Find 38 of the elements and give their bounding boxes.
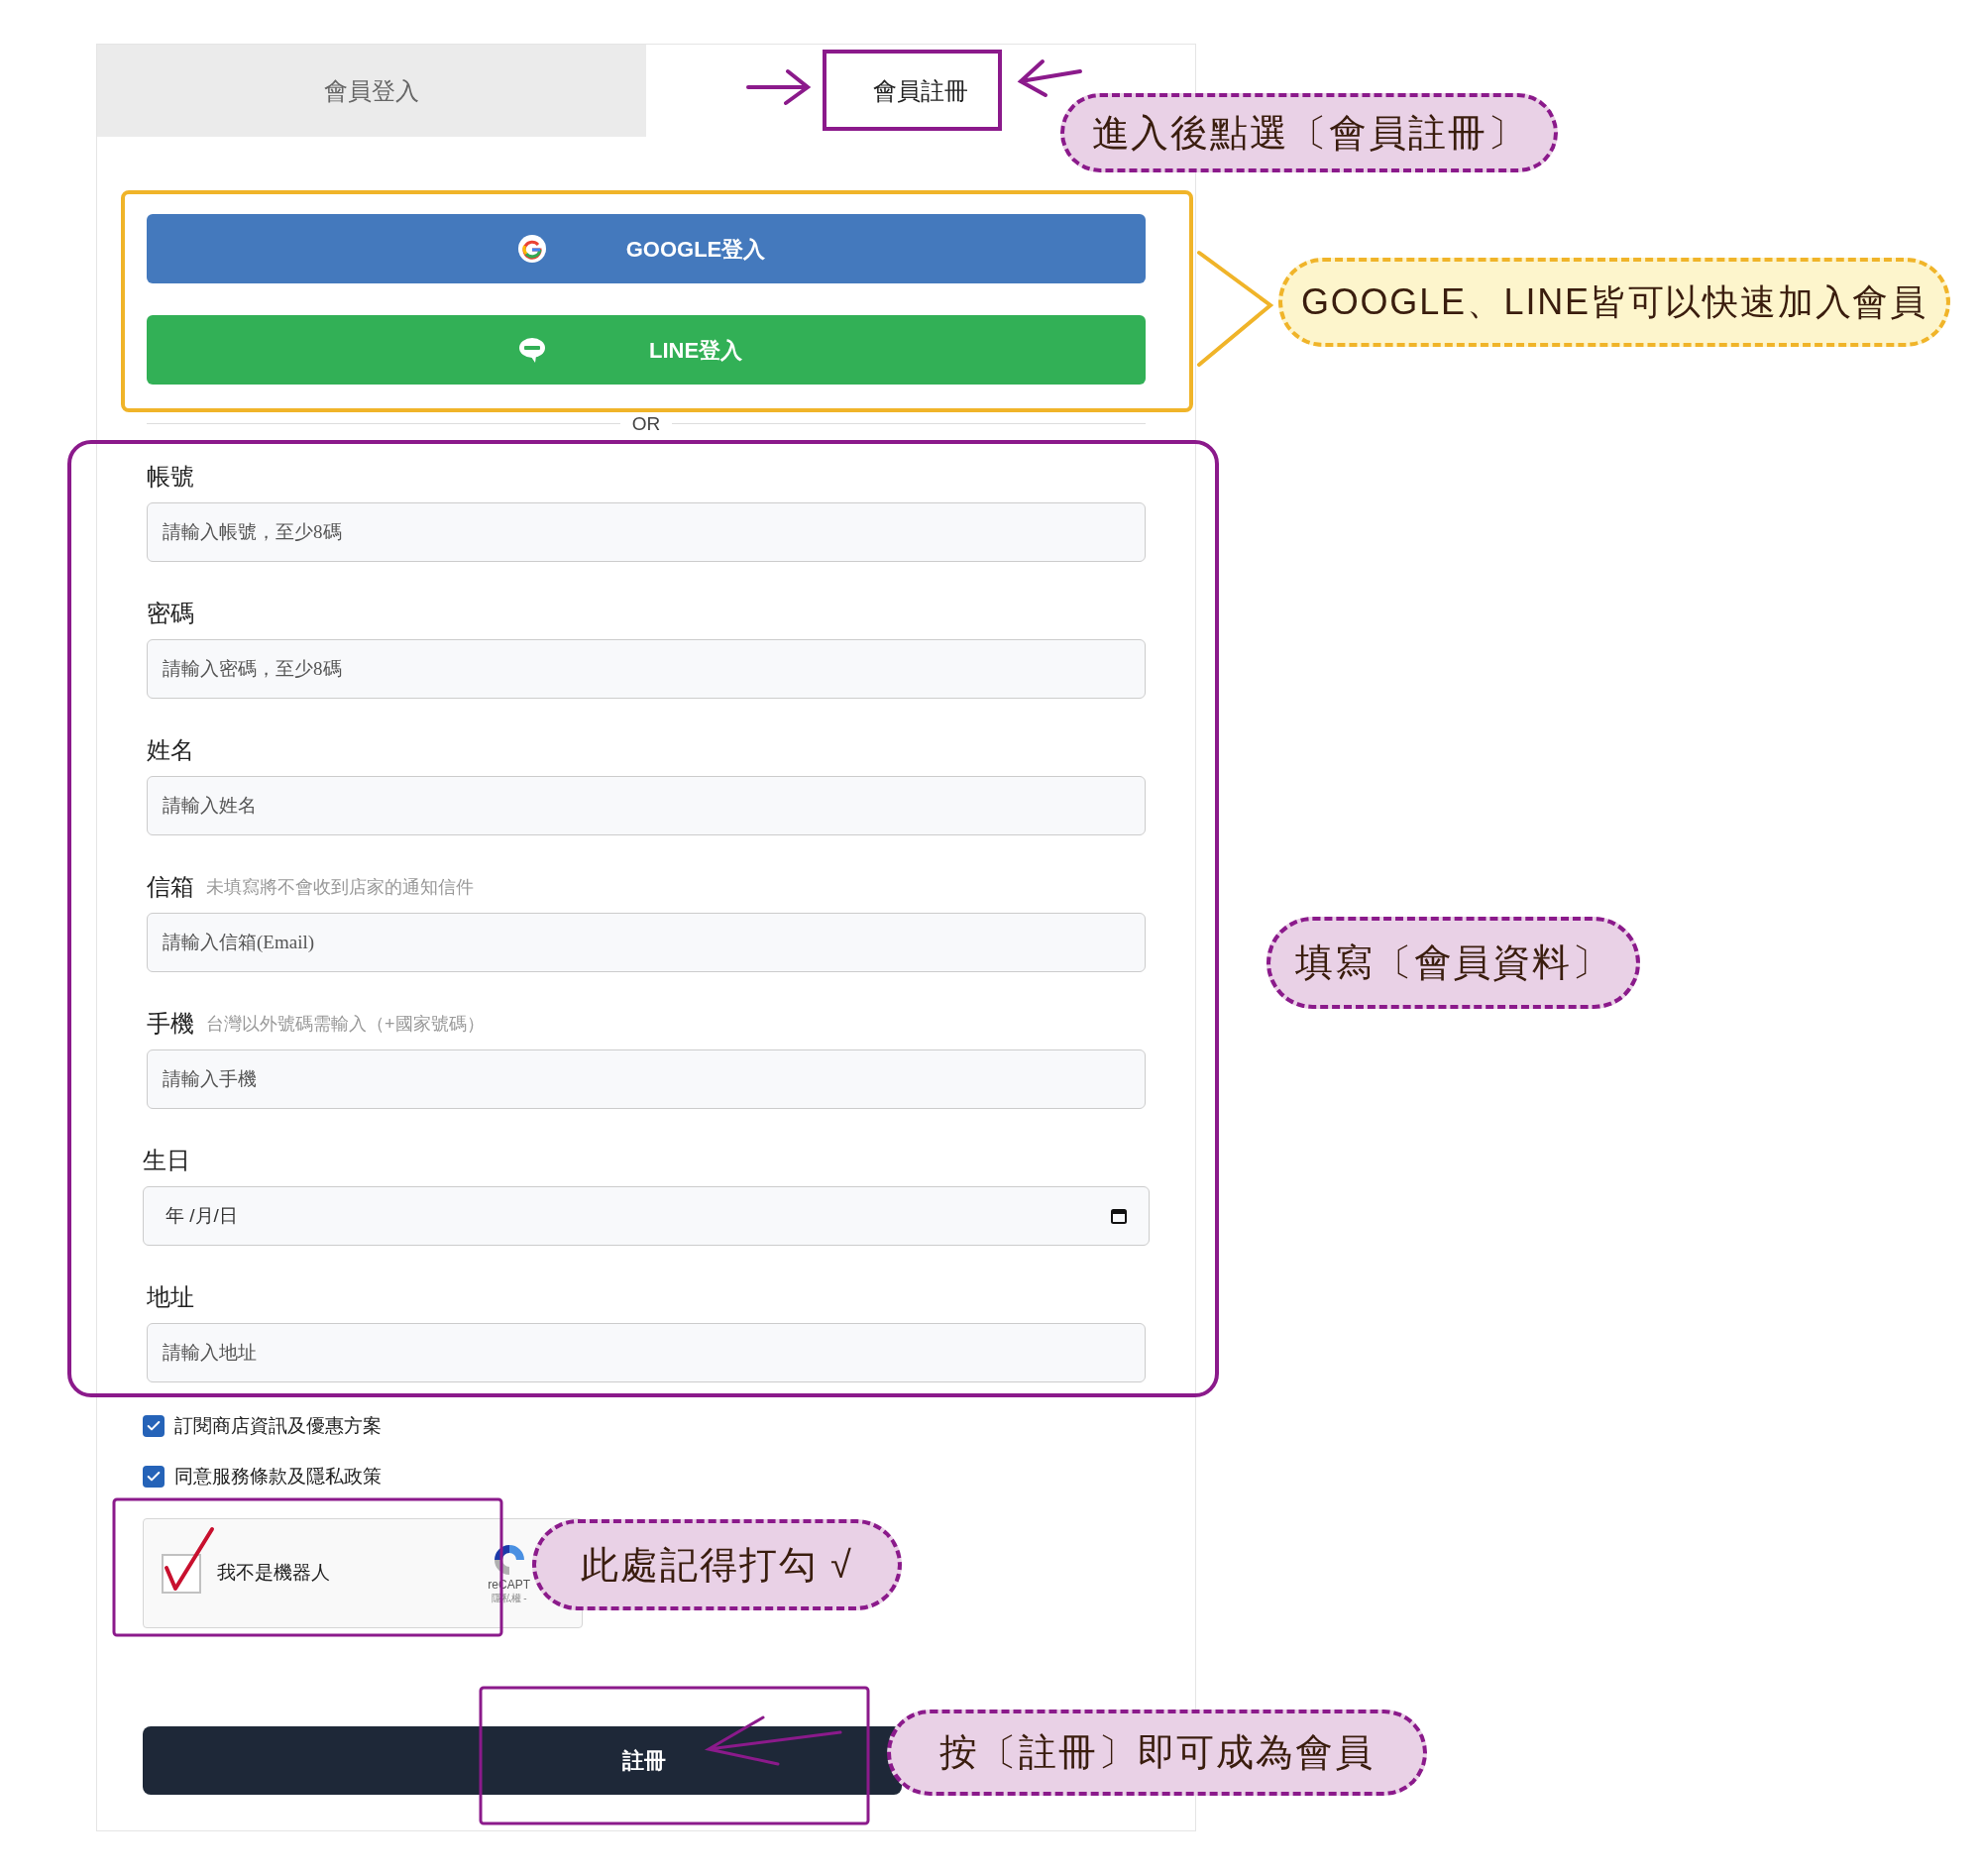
arrow — [1017, 59, 1082, 97]
checkmark-icon — [164, 1525, 215, 1592]
checkbox-label: 訂閱商店資訊及優惠方案 — [174, 1414, 382, 1438]
callout: GOOGLE、LINE皆可以快速加入會員 — [1278, 258, 1950, 347]
field-hint: 未填寫將不會收到店家的通知信件 — [206, 875, 474, 899]
tab[interactable]: 會員登入 — [308, 64, 435, 117]
field-label: 地址 — [147, 1282, 194, 1312]
field-hint: 台灣以外號碼需輸入（+國家號碼） — [206, 1012, 485, 1036]
input-field[interactable]: 請輸入密碼，至少8碼 — [147, 639, 1146, 699]
callout: 進入後點選〔會員註冊〕 — [1060, 93, 1558, 172]
checkbox[interactable] — [143, 1465, 165, 1488]
field-label: 信箱 — [147, 872, 194, 902]
arrow — [746, 69, 812, 105]
field-label: 生日 — [143, 1146, 190, 1175]
captcha-label: 我不是機器人 — [217, 1561, 330, 1586]
callout: 按〔註冊〕即可成為會員 — [887, 1710, 1427, 1796]
field-label: 手機 — [147, 1009, 194, 1039]
input-field[interactable]: 請輸入帳號，至少8碼 — [147, 502, 1146, 562]
callout: 填寫〔會員資料〕 — [1266, 917, 1640, 1009]
input-field[interactable]: 請輸入信箱(Email) — [147, 913, 1146, 972]
input-field[interactable]: 請輸入地址 — [147, 1323, 1146, 1382]
google-icon — [517, 234, 547, 264]
social-login-button[interactable]: GOOGLE登入 — [147, 214, 1146, 283]
input-field[interactable]: 請輸入手機 — [147, 1049, 1146, 1109]
chat-bubble-icon — [517, 335, 547, 365]
tab[interactable]: 會員註冊 — [857, 64, 984, 117]
input-field[interactable]: 請輸入姓名 — [147, 776, 1146, 835]
field-label: 姓名 — [147, 735, 194, 765]
date-placeholder: 年 /月/日 — [165, 1203, 238, 1228]
checkbox[interactable] — [143, 1415, 165, 1438]
date-field[interactable]: 年 /月/日 — [143, 1186, 1150, 1246]
field-label: 帳號 — [147, 462, 194, 492]
callout: 此處記得打勾 √ — [532, 1519, 902, 1610]
register-button[interactable]: 註冊 — [143, 1726, 902, 1795]
field-label: 密碼 — [147, 599, 194, 628]
divider-text: OR — [631, 414, 661, 433]
checkbox-label: 同意服務條款及隱私政策 — [174, 1464, 382, 1489]
calendar-icon — [1111, 1208, 1127, 1224]
